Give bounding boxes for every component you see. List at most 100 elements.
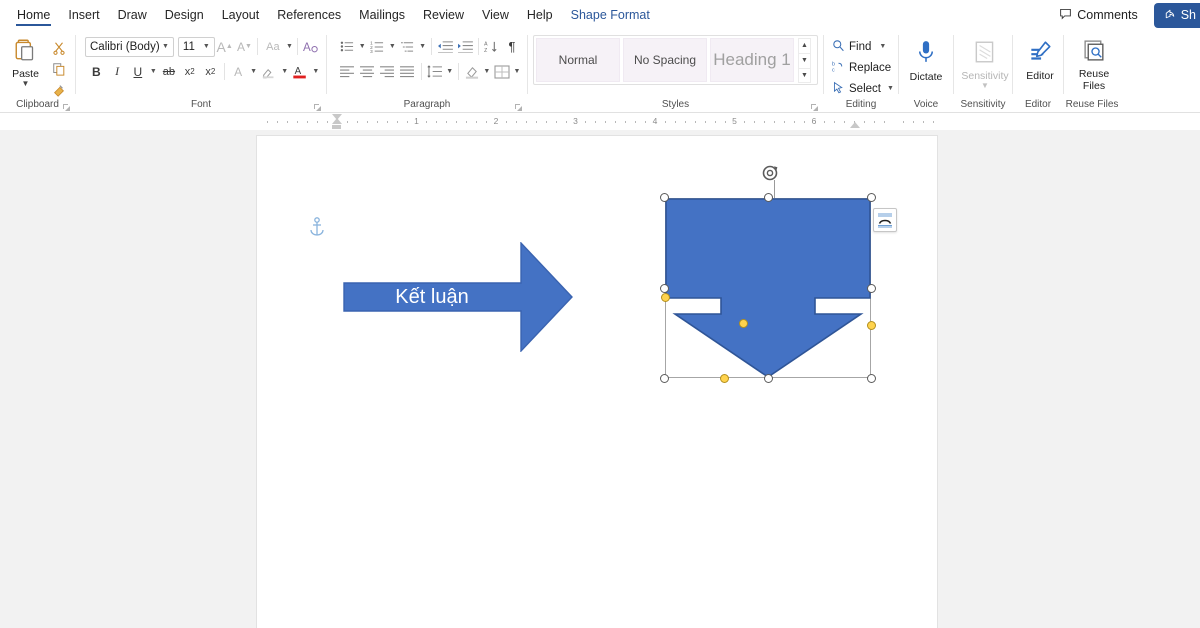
editor-button[interactable]: Editor (1018, 37, 1062, 82)
borders-button[interactable] (492, 61, 512, 82)
text-effects-chevron-down-icon[interactable]: ▼ (248, 61, 258, 82)
font-dialog-launcher[interactable] (313, 100, 323, 110)
shrink-font-button[interactable]: A▼ (235, 36, 255, 57)
adjust-handle-right[interactable] (867, 321, 876, 330)
resize-handle-top-right[interactable] (867, 193, 876, 202)
tab-references[interactable]: References (268, 0, 350, 30)
style-normal[interactable]: Normal (536, 38, 620, 82)
paste-chevron-down-icon[interactable]: ▼ (22, 80, 30, 87)
document-page[interactable]: Kết luận (257, 136, 937, 628)
text-effects-button[interactable]: A (228, 61, 249, 82)
tab-shape-format[interactable]: Shape Format (562, 0, 659, 30)
change-case-button[interactable]: Aa (261, 36, 284, 57)
borders-chevron-down-icon[interactable]: ▼ (512, 61, 522, 82)
adjust-handle-bottom[interactable] (720, 374, 729, 383)
align-right-button[interactable] (377, 61, 397, 82)
numbering-chevron-down-icon[interactable]: ▼ (387, 36, 397, 57)
adjust-handle-shaft[interactable] (739, 319, 748, 328)
copy-button[interactable] (48, 58, 70, 79)
style-no-spacing[interactable]: No Spacing (623, 38, 707, 82)
clear-formatting-button[interactable]: A (301, 36, 321, 57)
shading-button[interactable] (462, 61, 482, 82)
layout-options-button[interactable] (873, 208, 897, 232)
tab-help[interactable]: Help (518, 0, 562, 30)
increase-indent-button[interactable] (455, 36, 475, 57)
dictate-button[interactable]: Dictate (904, 37, 948, 83)
tab-design[interactable]: Design (156, 0, 213, 30)
styles-scroll-up-button[interactable]: ▲ (798, 38, 811, 53)
hanging-indent-marker[interactable] (332, 118, 342, 124)
shading-chevron-down-icon[interactable]: ▼ (482, 61, 492, 82)
underline-button[interactable]: U (127, 61, 148, 82)
show-formatting-marks-button[interactable]: ¶ (502, 36, 522, 57)
resize-handle-bottom-left[interactable] (660, 374, 669, 383)
bold-button[interactable]: B (86, 61, 107, 82)
line-spacing-button[interactable] (424, 61, 444, 82)
paste-button[interactable]: Paste ▼ (5, 35, 46, 87)
select-chevron-down-icon[interactable]: ▼ (887, 85, 894, 92)
sort-az-button[interactable]: AZ (482, 36, 502, 57)
align-left-button[interactable] (337, 61, 357, 82)
multilevel-list-button[interactable] (397, 36, 417, 57)
styles-more-button[interactable]: ▼ (798, 68, 811, 83)
justify-button[interactable] (397, 61, 417, 82)
clipboard-dialog-launcher[interactable] (62, 100, 72, 110)
tab-review[interactable]: Review (414, 0, 473, 30)
resize-handle-top-center[interactable] (764, 193, 773, 202)
comments-button[interactable]: Comments (1049, 2, 1147, 28)
multilevel-list-chevron-down-icon[interactable]: ▼ (418, 36, 428, 57)
tab-view[interactable]: View (473, 0, 518, 30)
resize-handle-bottom-right[interactable] (867, 374, 876, 383)
styles-gallery[interactable]: Normal No Spacing Heading 1 ▲ ▼ ▼ (533, 35, 818, 85)
styles-scroll-down-button[interactable]: ▼ (798, 53, 811, 68)
underline-chevron-down-icon[interactable]: ▼ (148, 61, 158, 82)
format-painter-button[interactable] (48, 79, 70, 100)
font-color-chevron-down-icon[interactable]: ▼ (311, 61, 321, 82)
select-button[interactable]: Select ▼ (829, 78, 893, 99)
down-arrow-shape[interactable] (665, 198, 871, 378)
decrease-indent-button[interactable] (435, 36, 455, 57)
find-chevron-down-icon[interactable]: ▼ (879, 43, 886, 50)
italic-button[interactable]: I (107, 61, 128, 82)
numbering-button[interactable]: 123 (367, 36, 387, 57)
horizontal-ruler[interactable]: 123456 (0, 113, 1200, 130)
resize-handle-top-left[interactable] (660, 193, 669, 202)
highlight-button[interactable] (259, 61, 280, 82)
bullets-chevron-down-icon[interactable]: ▼ (357, 36, 367, 57)
highlight-chevron-down-icon[interactable]: ▼ (280, 61, 290, 82)
right-indent-marker[interactable] (850, 122, 860, 128)
bullets-button[interactable] (337, 36, 357, 57)
find-button[interactable]: Find ▼ (829, 36, 893, 57)
down-arrow-shape-selection[interactable] (665, 198, 871, 378)
superscript-button[interactable]: x2 (200, 61, 221, 82)
style-heading-1[interactable]: Heading 1 (710, 38, 794, 82)
reuse-files-button[interactable]: Reuse Files (1069, 36, 1119, 92)
sensitivity-chevron-down-icon[interactable]: ▼ (981, 82, 989, 89)
share-button[interactable]: Sh (1154, 3, 1200, 28)
font-color-button[interactable]: A (290, 61, 311, 82)
resize-handle-bottom-center[interactable] (764, 374, 773, 383)
strikethrough-button[interactable]: ab (159, 61, 180, 82)
right-arrow-shape[interactable]: Kết luận (343, 242, 573, 352)
left-indent-marker[interactable] (332, 125, 341, 129)
subscript-button[interactable]: x2 (179, 61, 200, 82)
grow-font-button[interactable]: A▲ (215, 36, 235, 57)
sensitivity-button[interactable]: Sensitivity ▼ (959, 37, 1011, 89)
resize-handle-middle-left[interactable] (660, 284, 669, 293)
styles-dialog-launcher[interactable] (810, 100, 820, 110)
tab-mailings[interactable]: Mailings (350, 0, 414, 30)
tab-insert[interactable]: Insert (59, 0, 108, 30)
line-spacing-chevron-down-icon[interactable]: ▼ (445, 61, 455, 82)
replace-button[interactable]: bc Replace (829, 57, 893, 78)
resize-handle-middle-right[interactable] (867, 284, 876, 293)
tab-draw[interactable]: Draw (109, 0, 156, 30)
font-size-combo[interactable]: 11 ▼ (178, 37, 215, 57)
tab-home[interactable]: Home (8, 0, 59, 30)
tab-layout[interactable]: Layout (213, 0, 269, 30)
align-center-button[interactable] (357, 61, 377, 82)
change-case-chevron-down-icon[interactable]: ▼ (285, 36, 295, 57)
adjust-handle-left[interactable] (661, 293, 670, 302)
cut-button[interactable] (48, 37, 70, 58)
paragraph-dialog-launcher[interactable] (514, 100, 524, 110)
font-name-combo[interactable]: Calibri (Body) ▼ (85, 37, 174, 57)
